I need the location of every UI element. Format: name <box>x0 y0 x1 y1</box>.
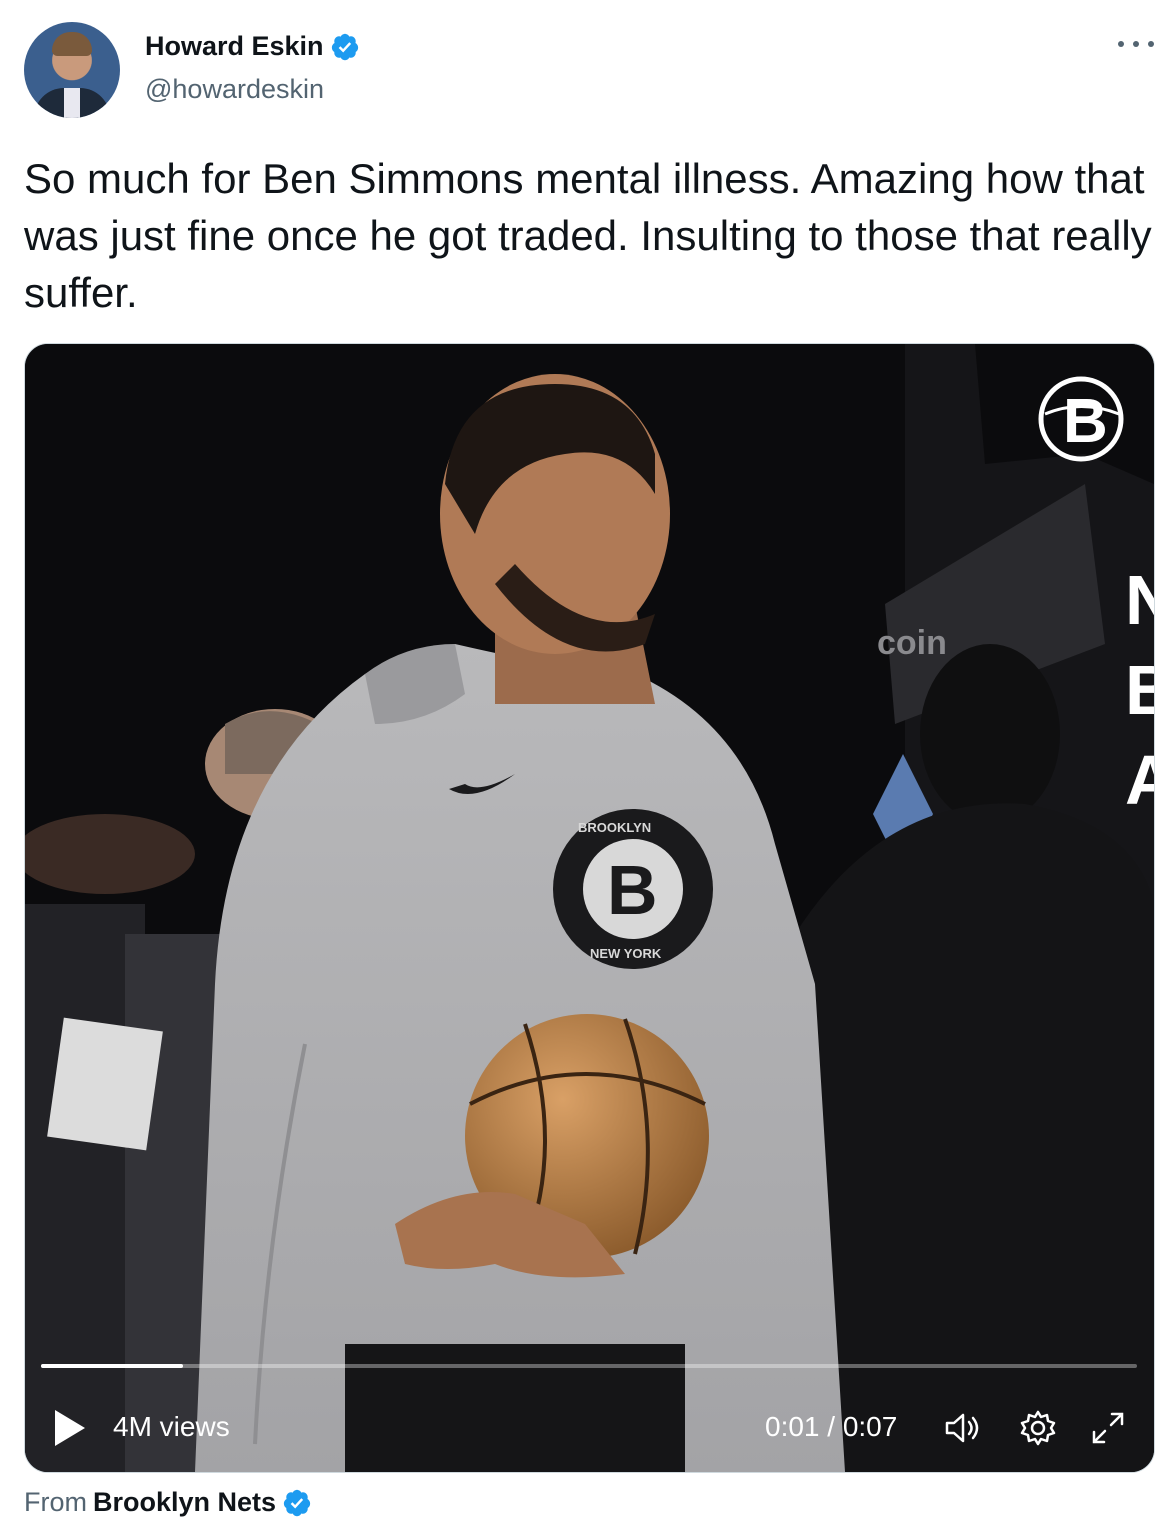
settings-gear-icon[interactable] <box>1018 1408 1058 1448</box>
author-name[interactable]: Howard Eskin <box>145 31 324 62</box>
more-dot <box>1148 41 1154 47</box>
source-prefix: From <box>24 1487 87 1517</box>
more-dot <box>1118 41 1124 47</box>
view-count: 4M views <box>113 1411 230 1442</box>
nba-banner: N B A <box>1125 561 1154 819</box>
video-progress-fill <box>41 1364 184 1368</box>
video-time: 0:01 / 0:07 <box>765 1411 898 1442</box>
avatar-shirt <box>64 88 80 118</box>
author-name-row[interactable]: Howard Eskin <box>145 31 360 62</box>
nba-letter: B <box>1125 651 1154 729</box>
shirt-logo-top: BROOKLYN <box>578 820 651 835</box>
more-options-icon[interactable] <box>1118 32 1154 56</box>
source-account-link[interactable]: Brooklyn Nets <box>93 1487 276 1518</box>
play-icon[interactable] <box>55 1410 85 1446</box>
shirt-logo-letter: B <box>607 851 658 929</box>
author-avatar[interactable] <box>24 22 120 118</box>
avatar-hair <box>52 32 92 56</box>
tweet-text: So much for Ben Simmons mental illness. … <box>24 155 1152 316</box>
verified-badge-icon <box>283 1489 311 1516</box>
video-frame: N B A coin B B <box>25 344 1154 1472</box>
verified-badge-icon <box>331 33 358 60</box>
video-player[interactable]: N B A coin B B <box>24 343 1155 1473</box>
watermark-letter: B <box>1063 387 1108 456</box>
nba-letter: A <box>1125 741 1154 819</box>
author-handle[interactable]: @howardeskin <box>145 74 324 105</box>
volume-icon[interactable] <box>943 1408 983 1448</box>
shirt-logo: B BROOKLYN NEW YORK <box>553 809 713 969</box>
nba-letter: N <box>1125 561 1154 639</box>
more-dot <box>1133 41 1139 47</box>
video-progress-bar[interactable] <box>41 1364 1137 1368</box>
fullscreen-expand-icon[interactable] <box>1088 1408 1128 1448</box>
shirt-logo-bottom: NEW YORK <box>590 946 662 961</box>
court-sign: coin <box>877 624 947 662</box>
video-source: From Brooklyn Nets <box>24 1487 312 1518</box>
